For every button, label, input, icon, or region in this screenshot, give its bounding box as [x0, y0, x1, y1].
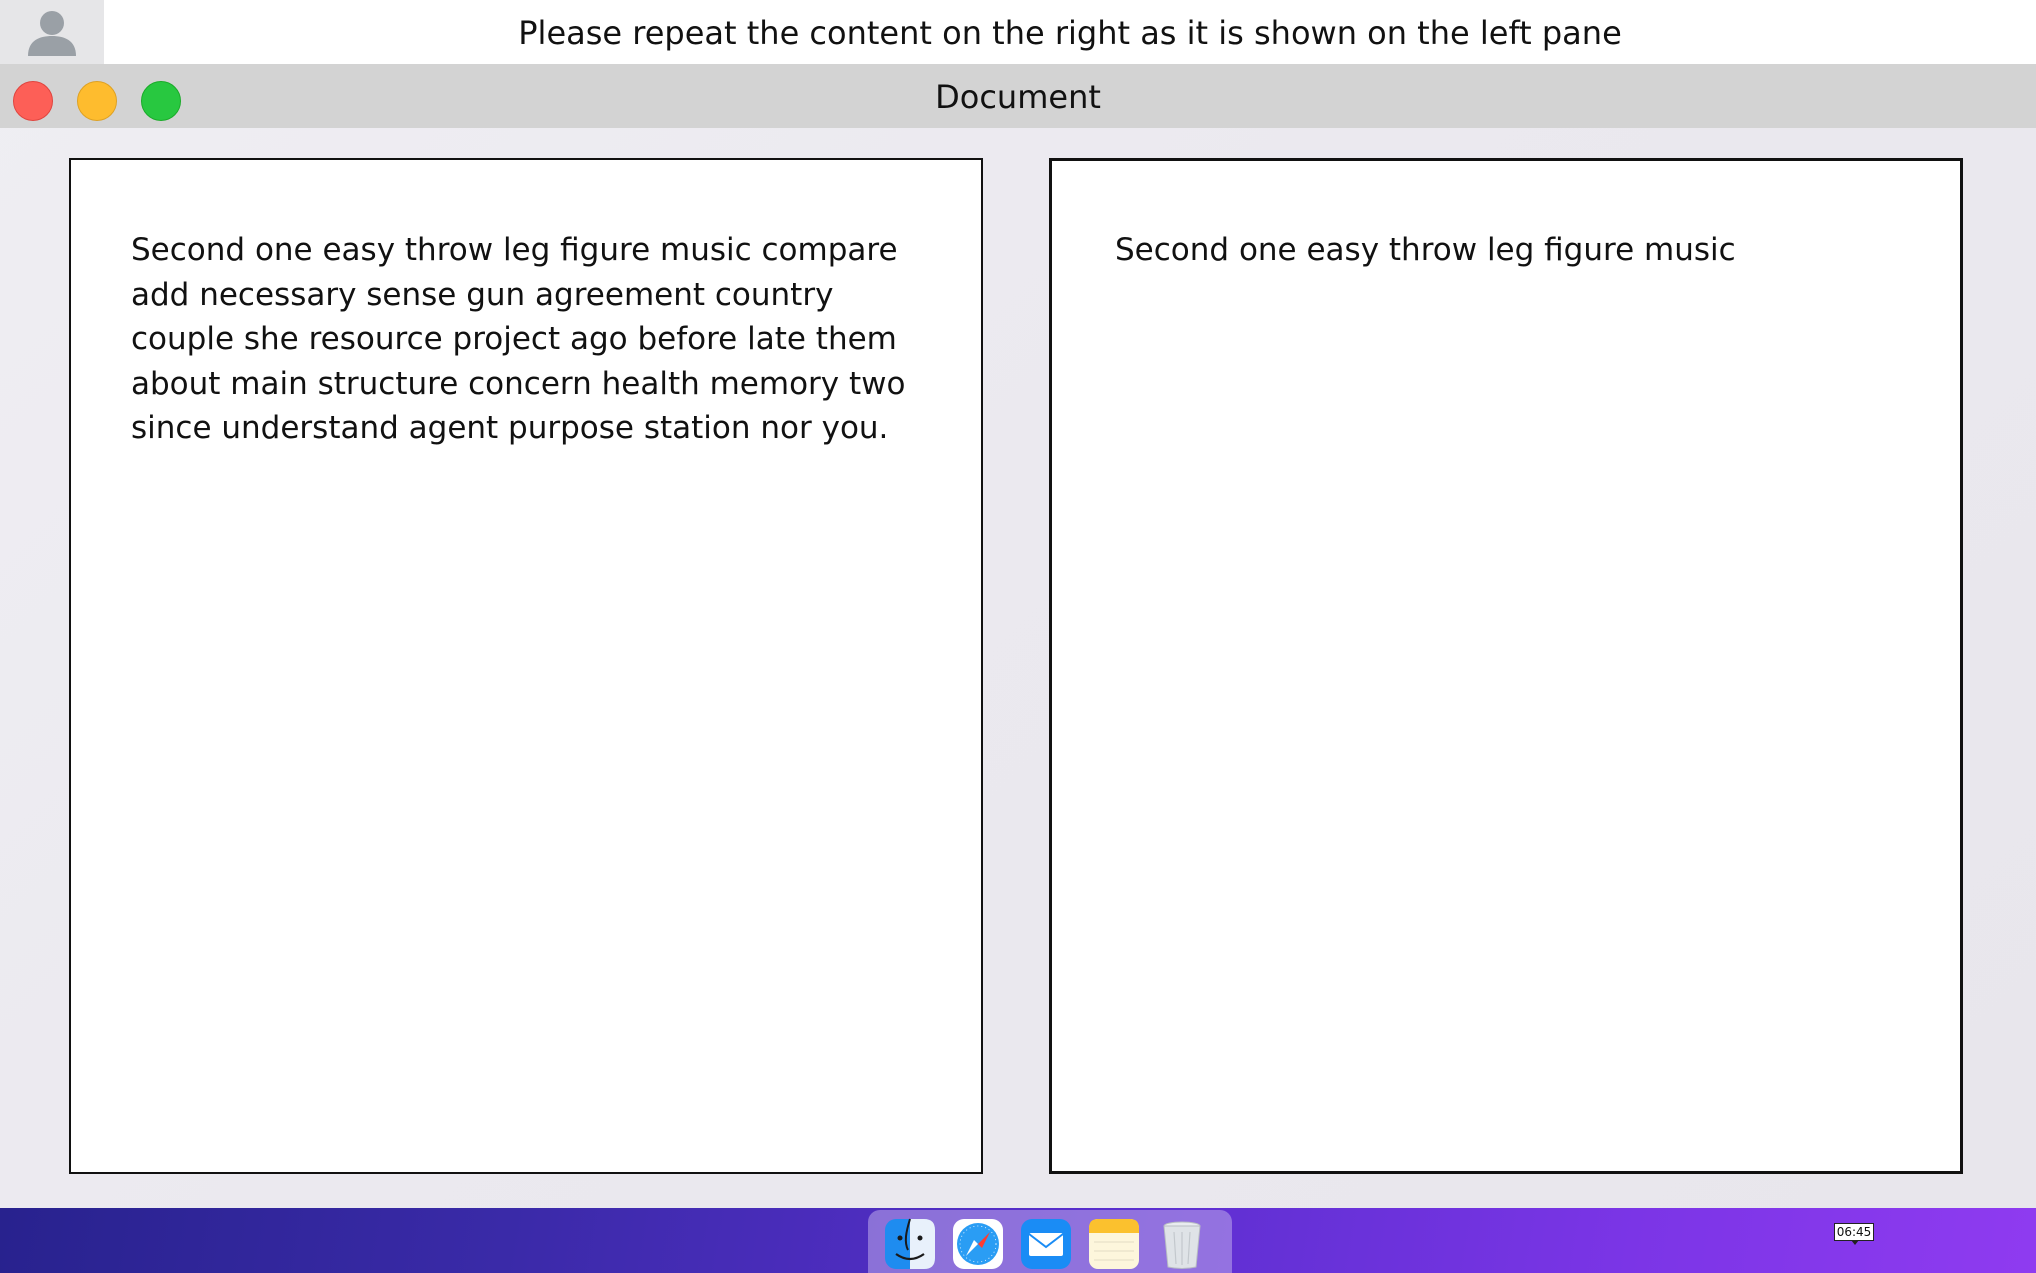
editor-text[interactable]: Second one easy throw leg figure music	[1115, 228, 1925, 273]
instruction-text: Please repeat the content on the right a…	[518, 14, 1622, 52]
trash-icon[interactable]	[1156, 1218, 1208, 1270]
mail-icon[interactable]	[1020, 1218, 1072, 1270]
source-text: Second one easy throw leg figure music c…	[131, 232, 906, 446]
left-pane: Second one easy throw leg figure music c…	[69, 158, 983, 1174]
finder-icon[interactable]	[884, 1218, 936, 1270]
window-title: Document	[935, 78, 1101, 116]
avatar	[0, 0, 104, 64]
window-title-bar: Document	[0, 64, 2036, 128]
instruction-bar: Please repeat the content on the right a…	[0, 0, 2036, 64]
notes-icon[interactable]	[1088, 1218, 1140, 1270]
dock	[868, 1210, 1232, 1273]
safari-icon[interactable]	[952, 1218, 1004, 1270]
clock: 06:45	[1834, 1223, 1874, 1245]
right-pane[interactable]: Second one easy throw leg figure music	[1049, 158, 1963, 1174]
user-icon	[28, 11, 76, 56]
